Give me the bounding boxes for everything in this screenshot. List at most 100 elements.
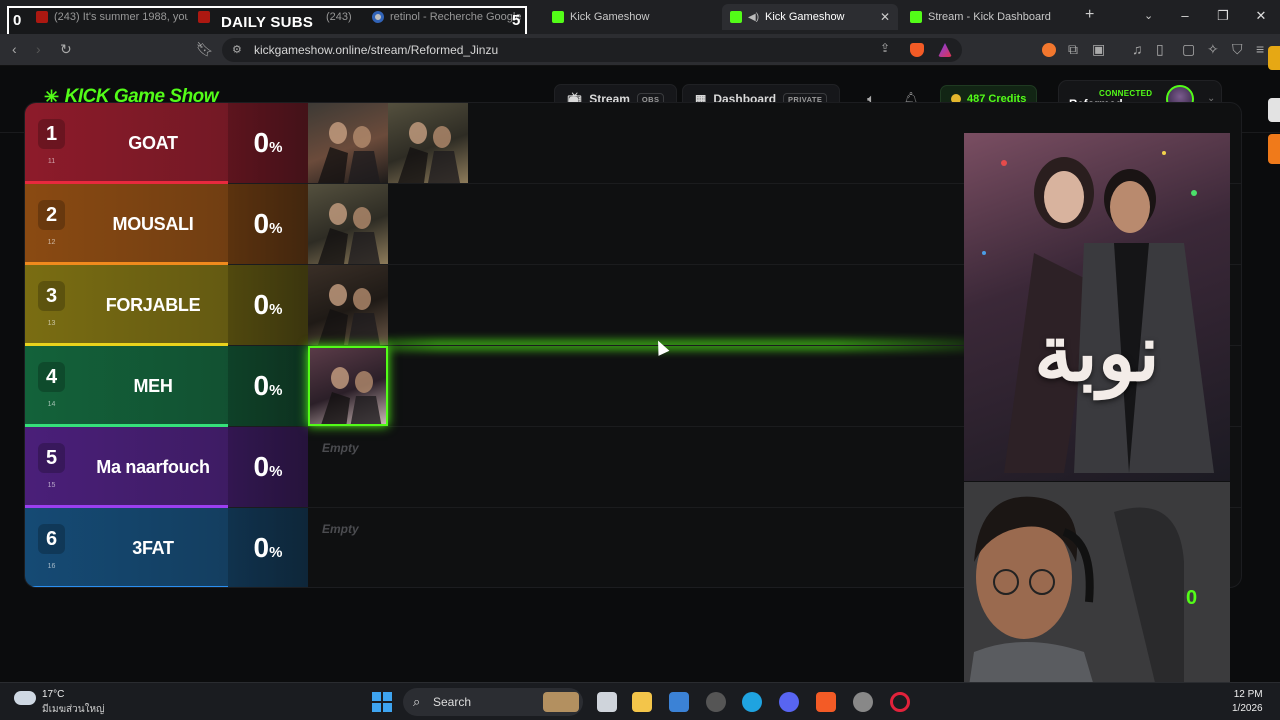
extensions-icon[interactable]: ⧉ [1068, 41, 1078, 58]
brave-shield-icon[interactable] [910, 43, 924, 57]
app-icon[interactable] [706, 692, 726, 712]
weather-desc: มีเมฆส่วนใหญ่ [42, 704, 105, 715]
tier-name: FORJABLE [105, 295, 201, 315]
percent-value: 0 [253, 127, 270, 158]
show-thumbnail[interactable] [308, 103, 388, 183]
percent-unit: % [269, 301, 283, 318]
tier-rank: 3 13 [25, 265, 78, 345]
store-icon[interactable] [669, 692, 689, 712]
site-info-icon[interactable]: ⚙ [232, 38, 242, 62]
menu-icon[interactable]: ≡ [1256, 41, 1264, 57]
percent-unit: % [269, 463, 283, 480]
back-icon[interactable]: ‹ [12, 41, 17, 57]
tab-label: Kick Gameshow [765, 11, 845, 23]
clock-date: 1/2026 [1232, 703, 1263, 714]
wallet2-icon[interactable]: ▢ [1182, 41, 1195, 58]
file-explorer-icon[interactable] [632, 692, 652, 712]
rank-number: 2 [45, 204, 58, 226]
rank-number: 1 [45, 123, 58, 145]
tab-label: Kick Gameshow [570, 11, 650, 23]
windows-taskbar: 17°C มีเมฆส่วนใหญ่ ⌕ Search 12 PM 1/2026 [0, 682, 1280, 720]
sidebar-icon[interactable]: ▯ [1156, 41, 1164, 58]
search-icon: ⌕ [413, 694, 421, 709]
url-text: kickgameshow.online/stream/Reformed_Jinz… [254, 43, 499, 57]
rank-subnumber: 13 [47, 320, 56, 327]
show-thumbnail[interactable] [308, 346, 388, 426]
extension-icon[interactable] [1042, 43, 1056, 57]
show-thumbnail[interactable] [308, 265, 388, 345]
cloud-icon [14, 691, 36, 705]
tab-kick-gameshow-active[interactable]: ◀) Kick Gameshow ✕ [722, 4, 898, 30]
tier-name: GOAT [128, 133, 178, 153]
tier-percent: 0% [228, 103, 308, 183]
tab-search-icon[interactable]: ⌄ [1144, 9, 1153, 22]
thumbnail-art [318, 203, 380, 264]
tier-name: 3FAT [132, 538, 174, 558]
wallet-icon[interactable]: ▣ [1092, 41, 1105, 58]
rank-subnumber: 16 [47, 563, 56, 570]
extension-icon[interactable] [1268, 134, 1280, 164]
bookmark-icon[interactable]: 🔖︎ [196, 41, 214, 58]
obs-icon[interactable] [853, 692, 873, 712]
show-thumbnail[interactable] [308, 184, 388, 264]
tier-percent: 0% [228, 427, 308, 507]
discord-icon[interactable] [779, 692, 799, 712]
empty-label: Empty [322, 522, 359, 536]
daily-subs-overlay: 0 DAILY SUBS 5 [7, 6, 527, 36]
reload-icon[interactable]: ↻ [60, 41, 72, 58]
thumbnail-art [398, 122, 460, 183]
close-window-icon[interactable]: ✕ [1242, 0, 1280, 34]
url-field[interactable]: ⚙ kickgameshow.online/stream/Reformed_Ji… [222, 38, 962, 62]
poster-title: نوبة [1034, 308, 1160, 399]
rank-subnumber: 15 [47, 482, 56, 489]
rank-subnumber: 11 [47, 158, 56, 165]
leo-icon[interactable]: ✧ [1207, 41, 1219, 58]
share-icon[interactable]: ⇪ [880, 41, 890, 55]
task-view-icon[interactable] [597, 692, 617, 712]
clock-time: 12 PM [1233, 689, 1263, 700]
close-tab-icon[interactable]: ✕ [880, 10, 890, 24]
maximize-icon[interactable]: ❐ [1204, 0, 1242, 34]
tier-rank: 5 15 [25, 427, 78, 507]
percent-unit: % [269, 382, 283, 399]
rank-number: 5 [45, 447, 58, 469]
forward-icon[interactable]: › [36, 41, 41, 57]
tier-name: MOUSALI [112, 214, 194, 234]
address-bar-row: ‹ › ↻ 🔖︎ ⚙ kickgameshow.online/stream/Re… [0, 34, 1280, 66]
percent-value: 0 [253, 289, 270, 320]
windows-start-icon[interactable] [372, 692, 392, 712]
rank-number: 6 [45, 528, 58, 550]
show-thumbnail[interactable] [388, 103, 468, 183]
tier-name: MEH [133, 376, 173, 396]
percent-value: 0 [253, 208, 270, 239]
system-clock[interactable]: 12 PM 1/2026 [1232, 688, 1263, 716]
percent-value: 0 [253, 370, 270, 401]
poster-art [982, 151, 1214, 473]
edge-icon[interactable] [742, 692, 762, 712]
vpn-icon[interactable]: ⛉ [1232, 41, 1243, 58]
opera-icon[interactable] [890, 692, 910, 712]
brave-icon[interactable] [816, 692, 836, 712]
new-tab-button[interactable]: + [1085, 6, 1094, 24]
rank-number: 3 [45, 285, 58, 307]
extension-icon[interactable] [1268, 98, 1280, 122]
tier-rank: 4 14 [25, 346, 78, 426]
tab-label: Stream - Kick Dashboard [928, 11, 1051, 23]
selected-show-poster: نوبة [964, 133, 1230, 481]
kick-icon [910, 11, 922, 23]
widget-icon[interactable] [543, 692, 579, 712]
percent-value: 0 [253, 451, 270, 482]
overlay-right-number: 5 [512, 12, 521, 29]
tier-percent: 0% [228, 508, 308, 587]
percent-unit: % [269, 544, 283, 561]
media-icon[interactable]: ♫ [1132, 41, 1143, 57]
tab-kick-dashboard[interactable]: Stream - Kick Dashboard [902, 4, 1078, 30]
tier-rank: 1 11 [25, 103, 78, 183]
tier-percent: 0% [228, 346, 308, 426]
overlay-left-number: 0 [13, 12, 22, 29]
minimize-icon[interactable]: – [1166, 0, 1204, 34]
tab-kick-gameshow[interactable]: Kick Gameshow [544, 4, 720, 30]
kick-icon [730, 11, 742, 23]
thumbnail-art [321, 367, 382, 424]
extension-icon[interactable] [1268, 46, 1280, 70]
